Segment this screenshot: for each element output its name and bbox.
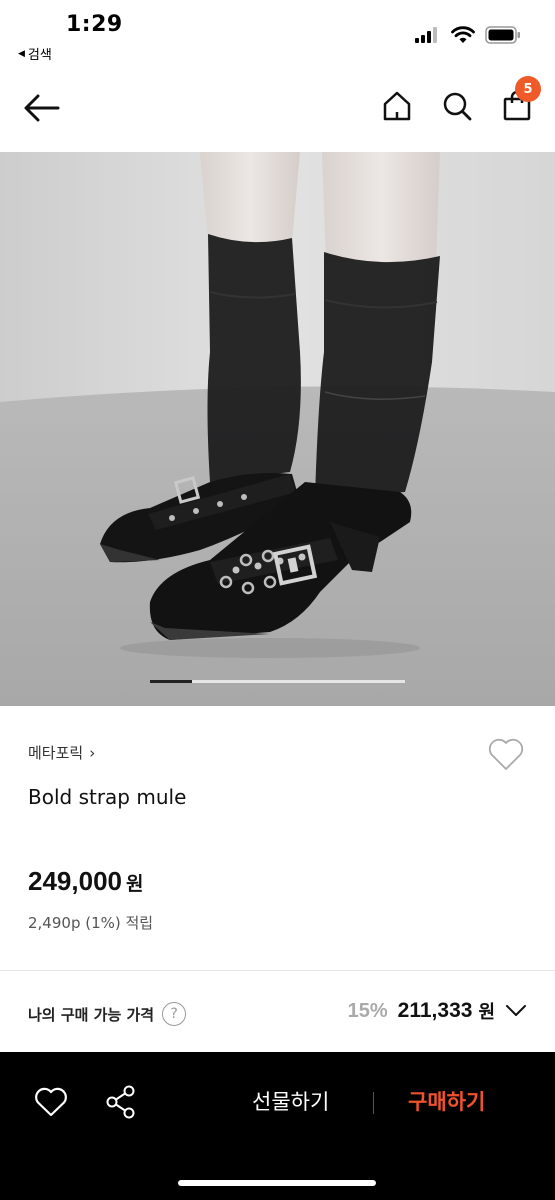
divider (0, 970, 555, 971)
product-name: Bold strap mule (28, 785, 187, 809)
price-unit: 원 (125, 873, 144, 895)
my-price-label: 나의 구매 가능 가격 (28, 1005, 155, 1024)
back-button[interactable] (22, 90, 62, 126)
chevron-down-icon[interactable] (505, 1004, 527, 1018)
reward-points: 2,490p (1%) 적립 (28, 914, 154, 932)
home-indicator (178, 1180, 376, 1186)
search-button[interactable] (441, 88, 473, 124)
heart-outline-icon (488, 738, 524, 770)
buy-button[interactable]: 구매하기 (408, 1086, 485, 1116)
share-button[interactable] (104, 1084, 138, 1120)
battery-icon (485, 26, 520, 44)
back-app-label: 검색 (27, 48, 52, 63)
wifi-icon (451, 26, 475, 43)
help-icon[interactable]: ? (162, 1002, 187, 1026)
carousel-indicator-active (150, 680, 192, 683)
home-icon (383, 91, 411, 121)
chevron-right-icon: › (89, 743, 96, 762)
my-price-label-group: 나의 구매 가능 가격 ? (28, 1002, 187, 1026)
back-triangle-icon: ◀ (18, 48, 25, 59)
signal-icon (415, 27, 437, 43)
search-icon (443, 92, 472, 121)
product-photo (0, 152, 555, 706)
status-time: 1:29 (66, 12, 123, 37)
share-icon (106, 1085, 135, 1119)
brand-link[interactable]: 메타포릭 › (28, 742, 95, 763)
home-button[interactable] (381, 88, 413, 124)
my-price-value-group: 15% 211,333 원 (348, 998, 527, 1024)
bottom-action-bar: 선물하기 구매하기 (0, 1052, 555, 1200)
wishlist-button[interactable] (487, 736, 525, 772)
product-image-carousel[interactable] (0, 152, 555, 706)
heart-outline-icon (35, 1087, 67, 1117)
gift-button[interactable]: 선물하기 (252, 1086, 329, 1116)
status-icons (415, 26, 521, 44)
bottom-wishlist-button[interactable] (34, 1086, 68, 1120)
arrow-left-icon (24, 94, 60, 122)
bottom-bar-separator (373, 1092, 374, 1114)
my-price-value: 211,333 (397, 999, 473, 1022)
nav-bar: 5 (0, 72, 555, 148)
cart-count-badge: 5 (515, 76, 541, 102)
price-row: 249,000 원 (28, 866, 143, 897)
discount-rate: 15% (347, 999, 388, 1022)
cart-button[interactable]: 5 (501, 76, 541, 124)
carousel-indicator (150, 680, 405, 683)
product-price: 249,000 (28, 866, 122, 896)
my-price-row[interactable]: 나의 구매 가능 가격 ? 15% 211,333 원 (0, 994, 555, 1034)
my-price-unit: 원 (478, 1002, 495, 1023)
back-to-app-link[interactable]: ◀ 검색 (18, 44, 52, 63)
status-bar: 1:29 ◀ 검색 (0, 0, 555, 70)
brand-name: 메타포릭 (28, 744, 84, 762)
